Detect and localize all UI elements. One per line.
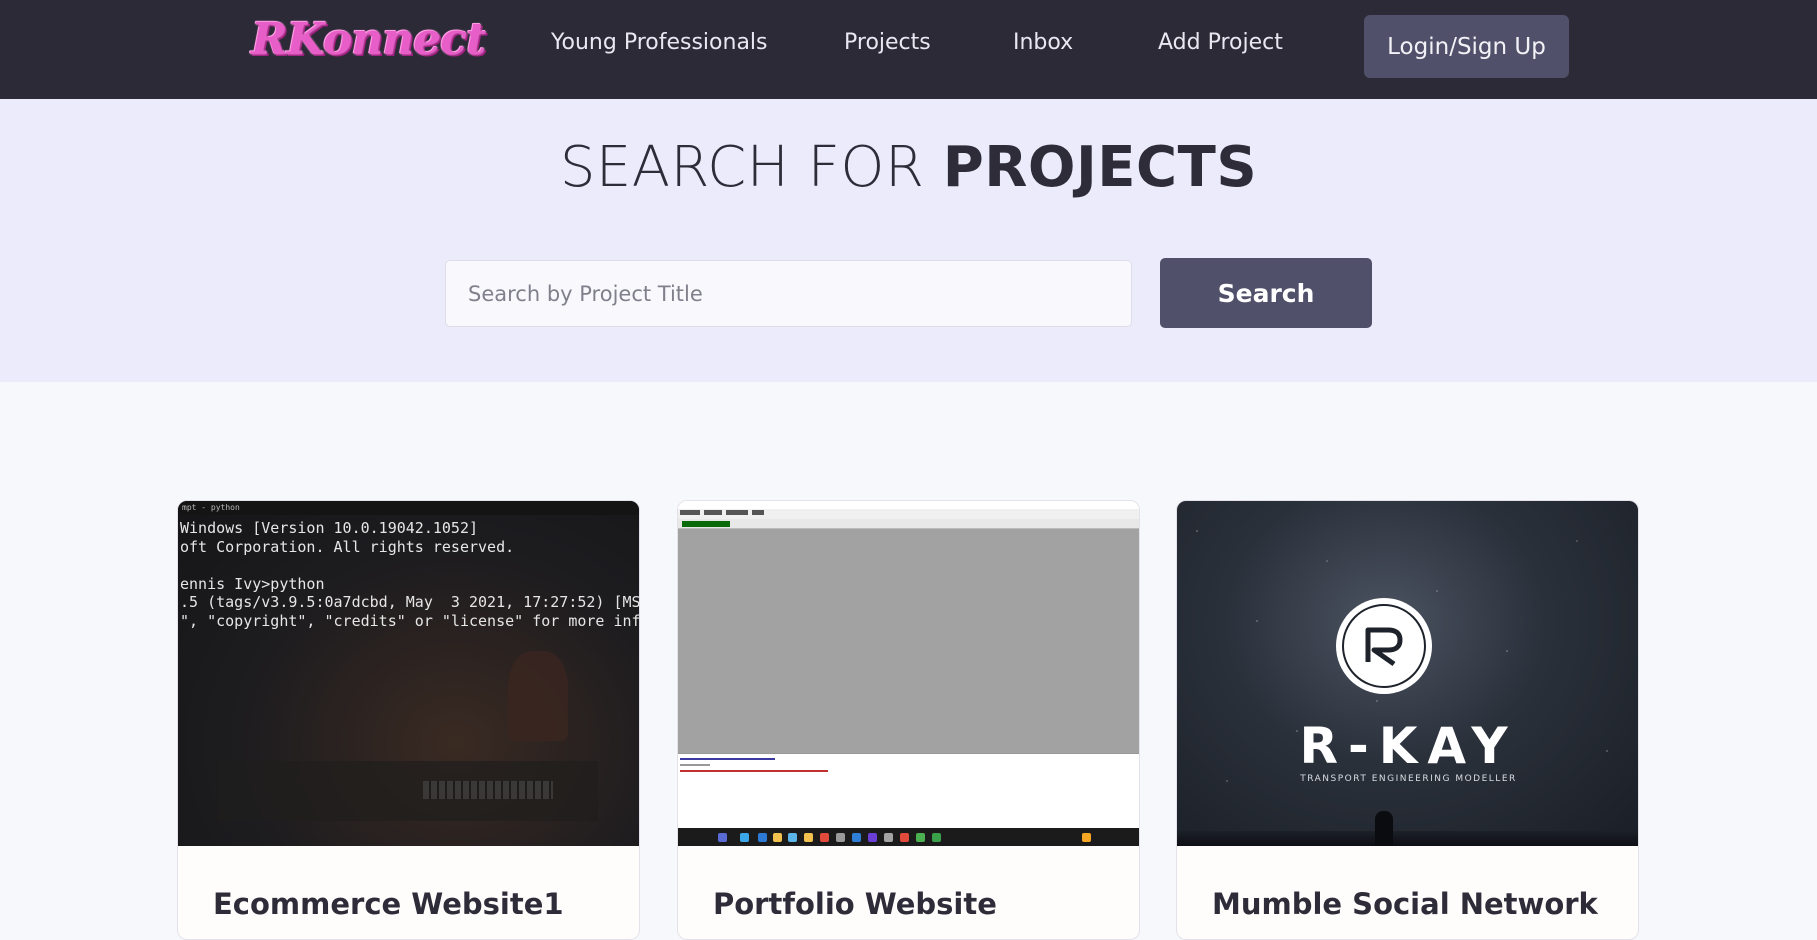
- nav-link-projects[interactable]: Projects: [844, 30, 931, 55]
- thumbnail-decoration: [508, 651, 568, 741]
- thumbnail-menubar: [678, 509, 1139, 519]
- search-hero: SEARCH FOR PROJECTS Search: [0, 99, 1817, 382]
- search-input[interactable]: [445, 260, 1132, 327]
- project-title[interactable]: Ecommerce Website1: [213, 887, 564, 921]
- navbar: RKonnect Young Professionals Projects In…: [0, 0, 1817, 99]
- rkay-logo-icon: [1336, 598, 1432, 694]
- login-signup-button[interactable]: Login/Sign Up: [1364, 15, 1569, 78]
- thumbnail-taskbar: [678, 828, 1139, 846]
- thumbnail-decoration: [423, 781, 553, 799]
- page-title: SEARCH FOR PROJECTS: [0, 135, 1817, 200]
- r-monogram-icon: [1365, 627, 1403, 667]
- project-title[interactable]: Mumble Social Network: [1212, 887, 1598, 921]
- thumbnail-canvas: [678, 529, 1139, 753]
- terminal-text: Windows [Version 10.0.19042.1052] oft Cor…: [180, 519, 640, 630]
- terminal-line: ", "copyright", "credits" or "license" f…: [180, 611, 640, 630]
- project-thumbnail[interactable]: mpt - python Windows [Version 10.0.19042…: [178, 501, 640, 846]
- nav-link-add-project[interactable]: Add Project: [1158, 30, 1283, 55]
- project-thumbnail[interactable]: R-KAY TRANSPORT ENGINEERING MODELLER: [1177, 501, 1638, 846]
- page-title-bold: PROJECTS: [942, 135, 1258, 200]
- terminal-line: .5 (tags/v3.9.5:0a7dcbd, May 3 2021, 17:…: [180, 593, 640, 611]
- thumbnail-decoration: [682, 521, 730, 527]
- project-card[interactable]: mpt - python Windows [Version 10.0.19042…: [177, 500, 640, 940]
- rkay-logo-subtitle: TRANSPORT ENGINEERING MODELLER: [1300, 774, 1517, 784]
- thumbnail-toolbar: [678, 519, 1139, 529]
- terminal-tab: mpt - python: [178, 501, 639, 515]
- terminal-line: oft Corporation. All rights reserved.: [180, 537, 515, 556]
- project-card[interactable]: Portfolio Website: [677, 500, 1140, 940]
- project-title[interactable]: Portfolio Website: [713, 887, 997, 921]
- nav-link-inbox[interactable]: Inbox: [1013, 30, 1073, 55]
- search-button[interactable]: Search: [1160, 258, 1372, 328]
- thumbnail-console: [678, 753, 1139, 819]
- terminal-line: ennis Ivy>python: [180, 574, 325, 593]
- thumbnail-decoration: [1177, 831, 1638, 846]
- terminal-line: Windows [Version 10.0.19042.1052]: [180, 519, 479, 537]
- rkay-logo-text: R-KAY: [1299, 717, 1518, 775]
- project-thumbnail[interactable]: [678, 501, 1139, 846]
- nav-link-young-professionals[interactable]: Young Professionals: [551, 30, 768, 55]
- site-logo[interactable]: RKonnect: [251, 14, 486, 66]
- page-title-light: SEARCH FOR: [559, 135, 943, 200]
- person-silhouette-icon: [1375, 811, 1393, 846]
- project-card[interactable]: R-KAY TRANSPORT ENGINEERING MODELLER Mum…: [1176, 500, 1639, 940]
